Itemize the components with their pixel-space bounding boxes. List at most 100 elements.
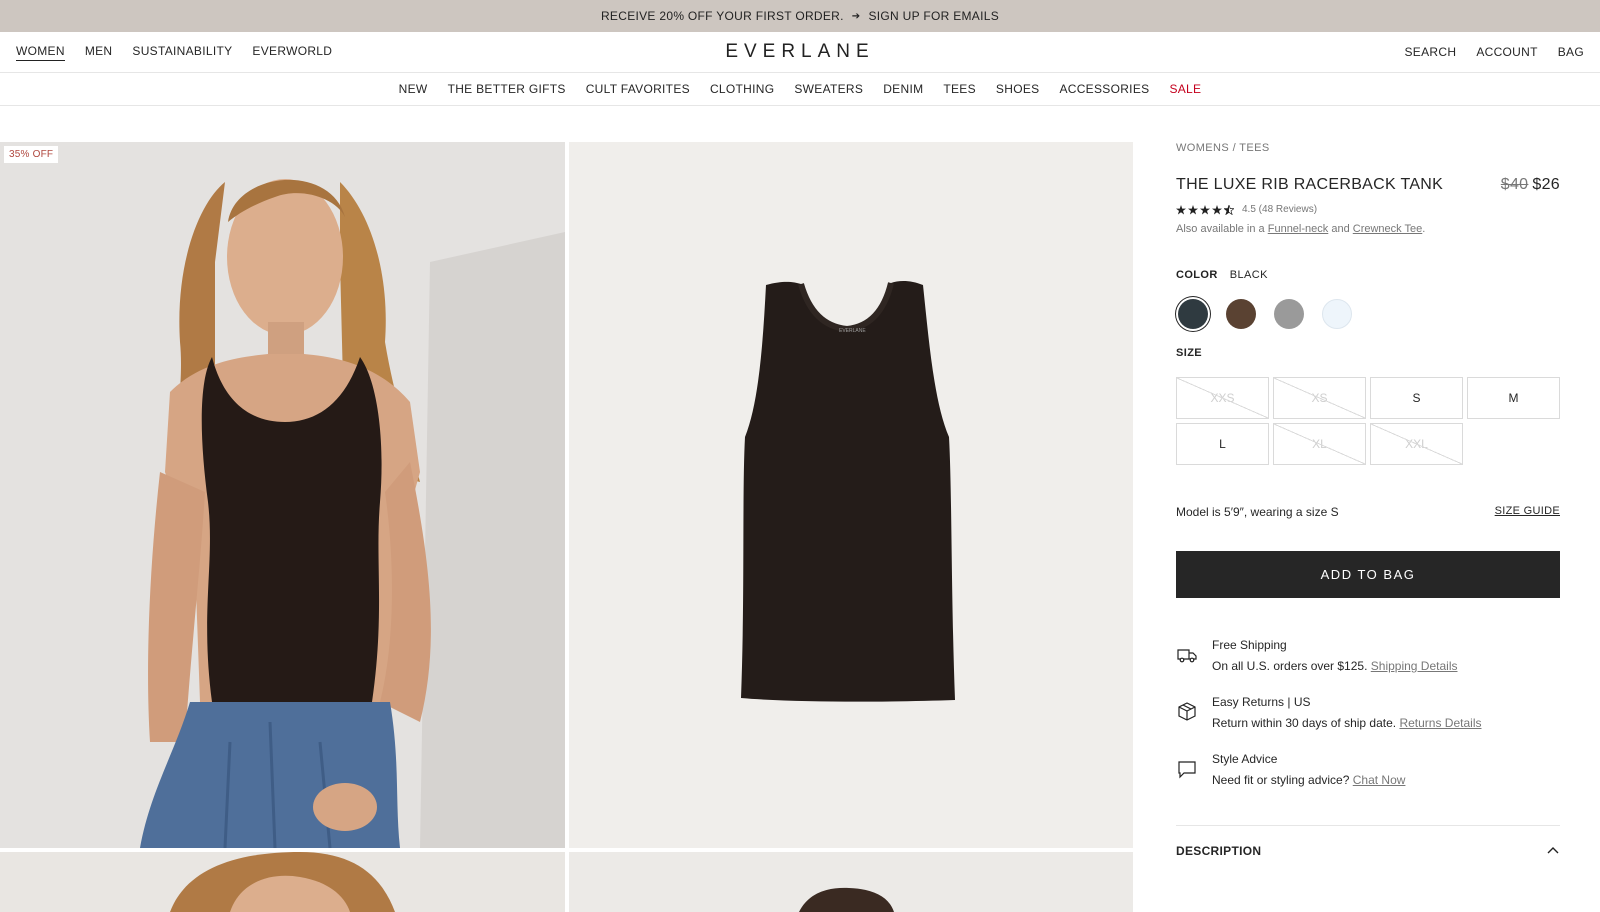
color-row: COLOR BLACK [1176,269,1560,281]
returns-text-block: Easy Returns | US Return within 30 days … [1212,695,1481,730]
shipping-text-block: Free Shipping On all U.S. orders over $1… [1212,638,1457,673]
style-text-block: Style Advice Need fit or styling advice?… [1212,752,1405,787]
also-mid: and [1331,223,1350,235]
size-grid: XXS XS S M L XL XXL [1176,377,1560,465]
cat-accessories[interactable]: ACCESSORIES [1059,82,1149,96]
description-label: DESCRIPTION [1176,844,1262,858]
color-swatches [1176,299,1560,329]
nav-men[interactable]: MEN [85,44,113,61]
category-nav: NEW THE BETTER GIFTS CULT FAVORITES CLOT… [0,73,1600,106]
nav-everworld[interactable]: EVERWORLD [252,44,332,61]
svg-text:EVERLANE: EVERLANE [839,328,866,334]
promo-text: RECEIVE 20% OFF YOUR FIRST ORDER. [600,9,844,23]
model-illustration-2 [170,852,395,912]
shipping-details-link[interactable]: Shipping Details [1371,659,1458,673]
description-accordion[interactable]: DESCRIPTION [1176,825,1560,858]
breadcrumb[interactable]: WOMENS / TEES [1176,142,1560,154]
cat-cult-favorites[interactable]: CULT FAVORITES [586,82,690,96]
model-info: Model is 5′9″, wearing a size S [1176,505,1339,519]
rating[interactable]: 4.5 (48 Reviews) [1176,204,1560,215]
also-prefix: Also available in a [1176,223,1265,235]
shipping-text: On all U.S. orders over $125. [1212,659,1368,673]
size-s[interactable]: S [1370,377,1463,419]
shipping-info: Free Shipping On all U.S. orders over $1… [1176,638,1560,673]
crewneck-tee-link[interactable]: Crewneck Tee [1353,223,1423,235]
shipping-detail: On all U.S. orders over $125. Shipping D… [1212,659,1457,673]
size-guide-link[interactable]: SIZE GUIDE [1495,505,1560,519]
add-to-bag-button[interactable]: ADD TO BAG [1176,551,1560,598]
original-price: $40 [1500,176,1529,193]
size-l[interactable]: L [1176,423,1269,465]
returns-detail: Return within 30 days of ship date. Retu… [1212,716,1481,730]
also-available: Also available in a Funnel-neck and Crew… [1176,223,1560,235]
size-xxs[interactable]: XXS [1176,377,1269,419]
nav-sustainability[interactable]: SUSTAINABILITY [132,44,232,61]
utility-nav: SEARCH ACCOUNT BAG [1405,45,1585,59]
rating-text: 4.5 (48 Reviews) [1242,204,1318,215]
discount-badge: 35% OFF [4,146,59,163]
title-row: THE LUXE RIB RACERBACK TANK $40 $26 [1176,176,1560,194]
size-xxl[interactable]: XXL [1370,423,1463,465]
returns-details-link[interactable]: Returns Details [1399,716,1481,730]
top-nav: WOMEN MEN SUSTAINABILITY EVERWORLD EVERL… [0,32,1600,73]
account-link[interactable]: ACCOUNT [1476,45,1537,59]
color-value: BLACK [1229,269,1268,281]
returns-title: Easy Returns | US [1212,695,1311,709]
service-info: Free Shipping On all U.S. orders over $1… [1176,638,1560,787]
chevron-up-icon [1547,847,1559,854]
cat-sweaters[interactable]: SWEATERS [794,82,863,96]
funnel-neck-link[interactable]: Funnel-neck [1268,223,1329,235]
swatch-brown[interactable] [1226,299,1256,329]
star-rating-icon [1176,204,1234,215]
model-illustration-3 [799,887,894,912]
swatch-black[interactable] [1178,299,1208,329]
cat-clothing[interactable]: CLOTHING [710,82,774,96]
cat-denim[interactable]: DENIM [883,82,923,96]
star-icon [1212,204,1222,214]
cat-better-gifts[interactable]: THE BETTER GIFTS [448,82,566,96]
swatch-light-blue[interactable] [1322,299,1352,329]
price: $40 $26 [1501,176,1560,194]
star-icon [1176,204,1186,214]
search-link[interactable]: SEARCH [1405,45,1457,59]
nav-women[interactable]: WOMEN [16,44,65,61]
half-star-icon [1224,204,1234,215]
tank-illustration: EVERLANE [741,280,955,702]
returns-text: Return within 30 days of ship date. [1212,716,1397,730]
model-illustration [140,179,565,848]
arrow-right-icon: ➔ [851,10,861,22]
logo[interactable]: EVERLANE [725,41,874,63]
style-title: Style Advice [1212,752,1278,766]
chat-icon [1178,761,1196,779]
chat-now-link[interactable]: Chat Now [1353,773,1406,787]
size-label: SIZE [1176,347,1203,359]
product-title: THE LUXE RIB RACERBACK TANK [1176,176,1444,193]
truck-icon [1177,649,1197,663]
star-icon [1200,204,1210,214]
sale-price: $26 [1532,176,1560,193]
returns-info: Easy Returns | US Return within 30 days … [1176,695,1560,730]
also-suffix: . [1422,223,1426,235]
product-photo[interactable]: EVERLANE [569,142,1133,848]
model-photo-3[interactable] [569,852,1133,912]
size-xs[interactable]: XS [1273,377,1366,419]
cat-tees[interactable]: TEES [943,82,976,96]
style-text: Need fit or styling advice? [1212,773,1350,787]
model-photo[interactable]: 35% OFF [0,142,565,848]
size-xl[interactable]: XL [1273,423,1366,465]
cat-shoes[interactable]: SHOES [996,82,1040,96]
model-photo-2[interactable] [0,852,565,912]
cat-new[interactable]: NEW [399,82,428,96]
star-icon [1188,204,1198,214]
promo-banner[interactable]: RECEIVE 20% OFF YOUR FIRST ORDER. ➔ SIGN… [0,0,1600,32]
swatch-grey[interactable] [1274,299,1304,329]
product-details: WOMENS / TEES THE LUXE RIB RACERBACK TAN… [1176,142,1560,858]
cat-sale[interactable]: SALE [1169,82,1201,96]
gender-nav: WOMEN MEN SUSTAINABILITY EVERWORLD [16,44,332,61]
bag-link[interactable]: BAG [1558,45,1584,59]
size-m[interactable]: M [1467,377,1560,419]
color-label: COLOR [1176,269,1218,281]
signup-link[interactable]: SIGN UP FOR EMAILS [868,9,999,23]
style-advice-info: Style Advice Need fit or styling advice?… [1176,752,1560,787]
style-detail: Need fit or styling advice? Chat Now [1212,773,1405,787]
